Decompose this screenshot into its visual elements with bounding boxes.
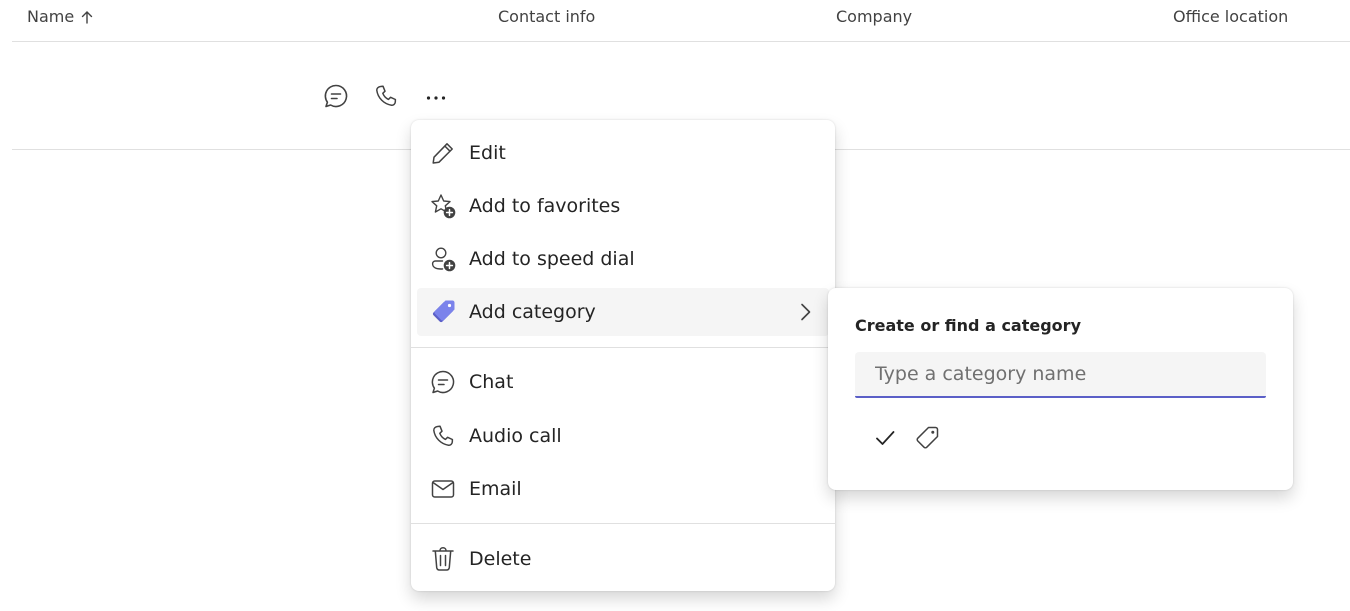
menu-divider <box>411 347 835 348</box>
column-header-company-label: Company <box>836 7 913 26</box>
confirm-category-button[interactable] <box>869 422 901 454</box>
column-header-name-label: Name <box>27 7 75 26</box>
tag-icon <box>429 298 457 326</box>
menu-item-audio-call[interactable]: Audio call <box>417 412 829 460</box>
mail-icon <box>429 475 457 503</box>
menu-item-label: Add to speed dial <box>469 248 635 270</box>
chat-icon <box>429 368 457 396</box>
column-header-company[interactable]: Company <box>836 7 912 26</box>
person-add-icon <box>429 245 457 273</box>
table-header: Name Contact info Company Office locatio… <box>12 0 1350 42</box>
menu-item-label: Add to favorites <box>469 195 621 217</box>
menu-item-label: Audio call <box>469 425 562 447</box>
chevron-right-icon <box>801 303 811 321</box>
star-add-icon <box>429 192 457 220</box>
trash-icon <box>429 545 457 573</box>
category-search-input[interactable] <box>855 352 1266 398</box>
submenu-title: Create or find a category <box>855 316 1081 335</box>
column-header-contact-info[interactable]: Contact info <box>498 7 595 26</box>
menu-item-label: Chat <box>469 371 514 393</box>
menu-divider <box>411 523 835 524</box>
call-icon <box>429 422 457 450</box>
column-header-office-location-label: Office location <box>1173 7 1289 26</box>
menu-item-delete[interactable]: Delete <box>417 535 829 583</box>
category-tag-button[interactable] <box>911 422 943 454</box>
tag-outline-icon <box>916 426 939 449</box>
menu-item-edit[interactable]: Edit <box>417 129 829 177</box>
column-header-office-location[interactable]: Office location <box>1173 7 1288 26</box>
menu-item-label: Add category <box>469 301 596 323</box>
menu-item-add-to-favorites[interactable]: Add to favorites <box>417 182 829 230</box>
menu-item-email[interactable]: Email <box>417 465 829 513</box>
chat-icon <box>324 84 348 108</box>
context-menu: Edit Add to favorites Add to speed dial <box>411 120 835 591</box>
menu-item-add-to-speed-dial[interactable]: Add to speed dial <box>417 235 829 283</box>
checkmark-icon <box>876 431 895 445</box>
more-options-icon <box>426 96 446 100</box>
call-icon <box>376 85 397 106</box>
category-submenu: Create or find a category <box>828 288 1293 490</box>
row-call-button[interactable] <box>370 80 402 112</box>
menu-item-label: Email <box>469 478 522 500</box>
arrow-up-icon <box>82 10 93 24</box>
menu-item-add-category[interactable]: Add category <box>417 288 829 336</box>
row-more-options-button[interactable] <box>420 80 452 112</box>
column-header-name[interactable]: Name <box>27 7 94 26</box>
menu-item-label: Delete <box>469 548 532 570</box>
menu-item-label: Edit <box>469 142 506 164</box>
row-chat-button[interactable] <box>320 80 352 112</box>
column-header-contact-info-label: Contact info <box>498 7 596 26</box>
pencil-icon <box>429 139 457 167</box>
menu-item-chat[interactable]: Chat <box>417 358 829 406</box>
